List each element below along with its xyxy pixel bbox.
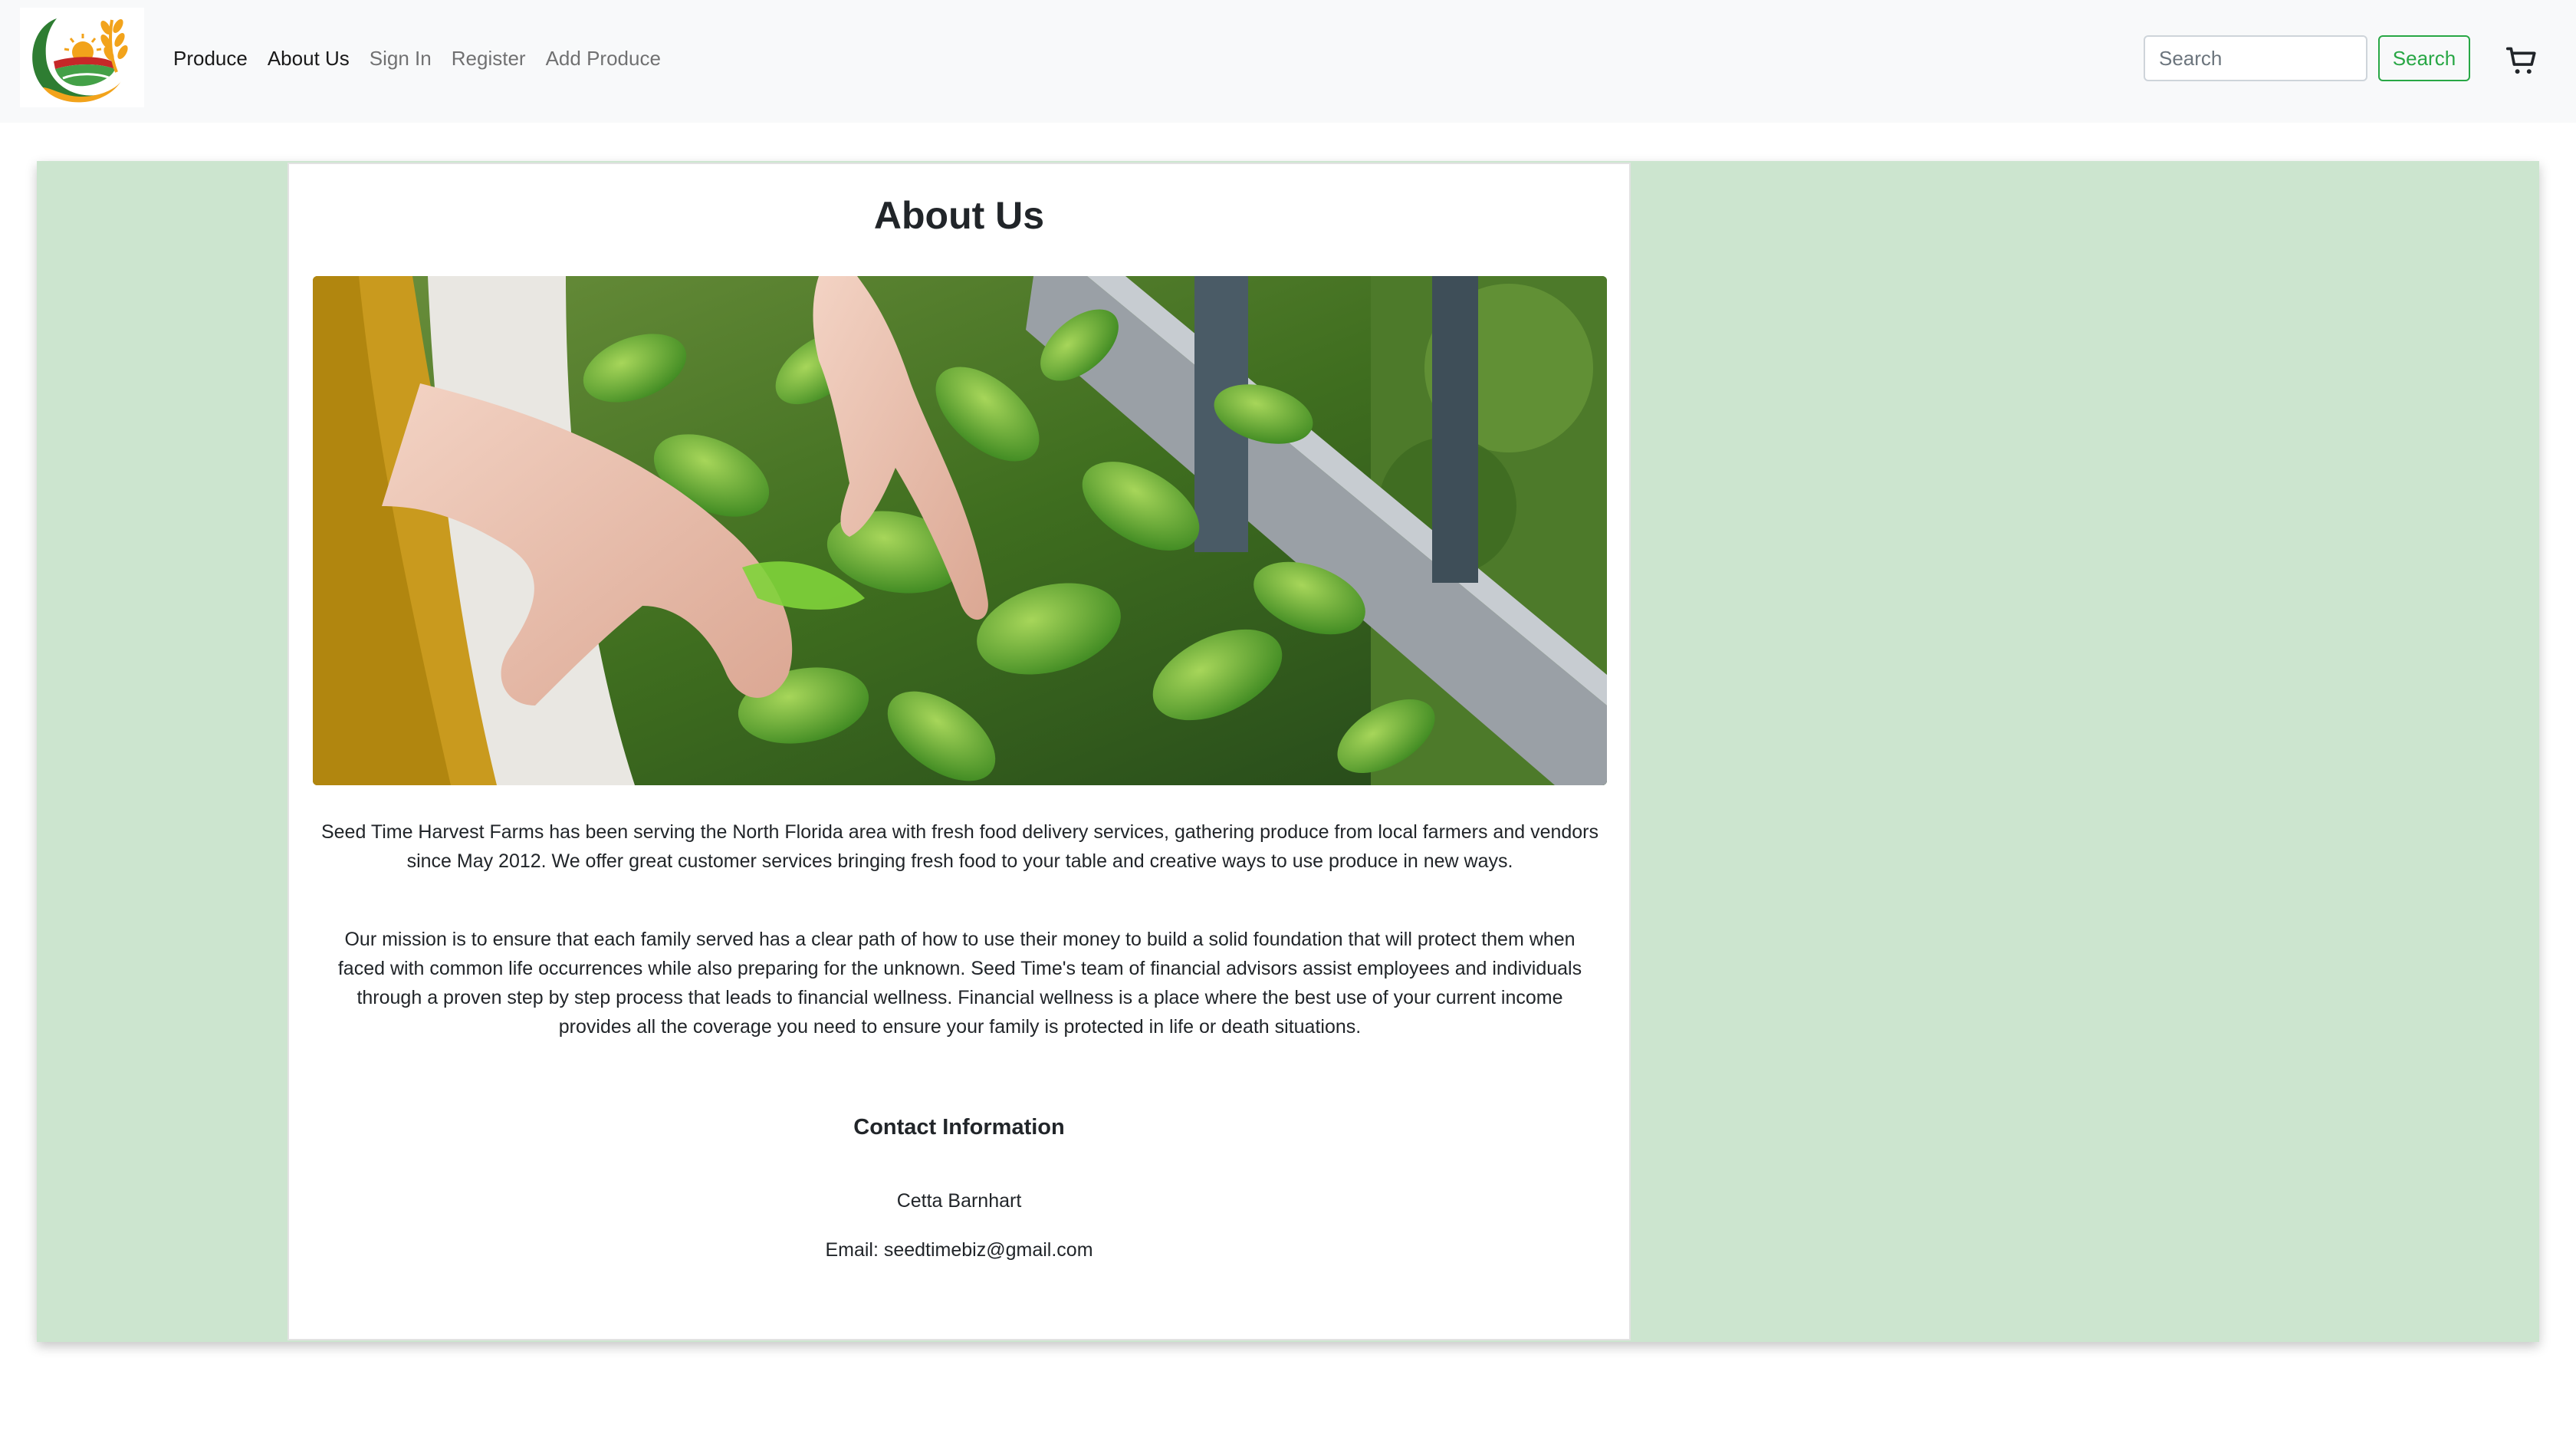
- nav-link-produce[interactable]: Produce: [173, 47, 248, 71]
- contact-name: Cetta Barnhart: [896, 1190, 1022, 1212]
- nav-link-add-produce[interactable]: Add Produce: [546, 47, 661, 71]
- hero-image: [313, 276, 1607, 785]
- search-input[interactable]: [2144, 35, 2367, 81]
- search-button[interactable]: Search: [2378, 35, 2470, 81]
- farm-logo-icon: [32, 18, 128, 103]
- farm-logo[interactable]: [20, 8, 144, 107]
- nav-links: Produce About Us Sign In Register Add Pr…: [173, 43, 681, 74]
- contact-email: Email: seedtimebiz@gmail.com: [825, 1239, 1093, 1261]
- contact-heading: Contact Information: [853, 1115, 1065, 1140]
- cart-icon[interactable]: [2505, 44, 2539, 78]
- navbar: Produce About Us Sign In Register Add Pr…: [0, 0, 2576, 123]
- nav-link-about-us[interactable]: About Us: [268, 47, 350, 71]
- page-title: About Us: [873, 194, 1045, 237]
- hands-picking-basil-photo: [313, 276, 1607, 785]
- nav-link-register[interactable]: Register: [452, 47, 526, 71]
- mission-paragraph: Our mission is to ensure that each famil…: [337, 929, 1582, 1038]
- nav-link-sign-in[interactable]: Sign In: [370, 47, 432, 71]
- about-card: About Us Seed Time Harvest Farms has bee…: [288, 163, 1631, 1340]
- intro-paragraph: Seed Time Harvest Farms has been serving…: [320, 821, 1599, 872]
